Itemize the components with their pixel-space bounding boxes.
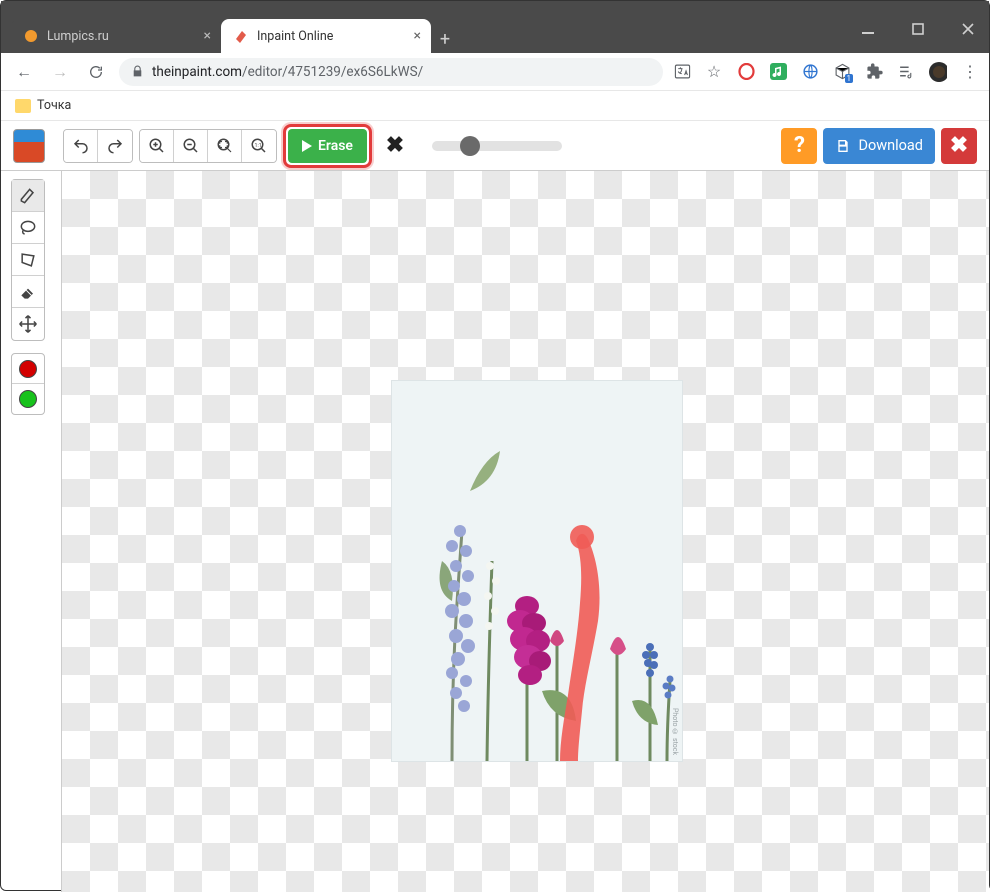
side-toolbar xyxy=(11,179,45,341)
reload-button[interactable] xyxy=(83,59,109,85)
maximize-button[interactable] xyxy=(903,17,933,41)
window-controls xyxy=(853,17,983,41)
erase-button[interactable]: Erase xyxy=(288,129,367,163)
new-tab-button[interactable]: + xyxy=(431,25,459,53)
green-dot-icon xyxy=(19,390,37,408)
slider-track[interactable] xyxy=(432,141,562,151)
download-button[interactable]: Download xyxy=(823,128,935,164)
download-label: Download xyxy=(858,137,923,154)
browser-toolbar: ← → theinpaint.com/editor/4751239/ex6S6L… xyxy=(1,53,989,91)
svg-text:1:1: 1:1 xyxy=(255,142,262,148)
close-window-button[interactable] xyxy=(953,17,983,41)
cube-ext-icon[interactable]: 1 xyxy=(833,63,851,81)
erase-label: Erase xyxy=(318,138,353,154)
erase-highlight: Erase xyxy=(283,124,372,168)
forward-button[interactable]: → xyxy=(47,59,73,85)
bookmark-item[interactable]: Точка xyxy=(37,98,71,113)
close-editor-button[interactable]: ✖ xyxy=(941,128,977,164)
tab-inpaint[interactable]: Inpaint Online × xyxy=(221,19,431,53)
globe-ext-icon[interactable] xyxy=(801,63,819,81)
workspace: Photo © stock xyxy=(1,171,989,892)
app-toolbar: 1:1 Erase ✖ ? Download ✖ xyxy=(1,121,989,171)
folder-icon xyxy=(15,99,31,113)
cancel-mask-button[interactable]: ✖ xyxy=(378,129,412,163)
canvas-area[interactable]: Photo © stock xyxy=(61,171,989,892)
marker-tool[interactable] xyxy=(12,180,44,212)
close-icon[interactable]: × xyxy=(414,28,421,44)
browser-titlebar: Lumpics.ru × Inpaint Online × + xyxy=(1,11,989,53)
mask-color-toolbar xyxy=(11,353,45,415)
tab-lumpics[interactable]: Lumpics.ru × xyxy=(11,19,221,53)
brush-slider xyxy=(432,141,562,151)
music-ext-icon[interactable] xyxy=(769,63,787,81)
history-group xyxy=(63,129,133,163)
back-button[interactable]: ← xyxy=(11,59,37,85)
avatar-icon[interactable] xyxy=(929,63,947,81)
menu-icon[interactable]: ⋮ xyxy=(961,63,979,81)
favicon-lumpics xyxy=(23,28,39,44)
lasso-tool[interactable] xyxy=(12,212,44,244)
tab-label: Lumpics.ru xyxy=(47,29,109,44)
lock-icon xyxy=(131,65,144,78)
image-watermark: Photo © stock xyxy=(671,708,679,755)
minimize-button[interactable] xyxy=(853,17,883,41)
opera-ext-icon[interactable] xyxy=(737,63,755,81)
bookmarks-bar: Точка xyxy=(1,91,989,121)
help-button[interactable]: ? xyxy=(781,128,817,164)
star-icon[interactable]: ☆ xyxy=(705,63,723,81)
save-icon xyxy=(835,138,851,154)
zoom-actual-button[interactable]: 1:1 xyxy=(242,130,276,162)
zoom-fit-button[interactable] xyxy=(208,130,242,162)
tab-label: Inpaint Online xyxy=(257,29,333,44)
url-text: theinpaint.com/editor/4751239/ex6S6LkWS/ xyxy=(152,64,423,80)
mask-green-button[interactable] xyxy=(12,384,44,414)
favicon-inpaint xyxy=(233,28,249,44)
move-tool[interactable] xyxy=(12,308,44,340)
zoom-group: 1:1 xyxy=(139,129,277,163)
app-logo[interactable] xyxy=(13,129,45,163)
zoom-in-button[interactable] xyxy=(140,130,174,162)
extension-icons: ☆ 1 ⋮ xyxy=(673,63,979,81)
zoom-out-button[interactable] xyxy=(174,130,208,162)
edited-image[interactable]: Photo © stock xyxy=(392,381,682,761)
polygon-tool[interactable] xyxy=(12,244,44,276)
address-bar[interactable]: theinpaint.com/editor/4751239/ex6S6LkWS/ xyxy=(119,58,663,86)
browser-tabs: Lumpics.ru × Inpaint Online × + xyxy=(1,19,459,53)
close-icon[interactable]: × xyxy=(204,28,211,44)
undo-button[interactable] xyxy=(64,130,98,162)
window-chrome-strip xyxy=(1,1,989,11)
red-dot-icon xyxy=(19,360,37,378)
redo-button[interactable] xyxy=(98,130,132,162)
playlist-ext-icon[interactable] xyxy=(897,63,915,81)
slider-thumb[interactable] xyxy=(460,136,480,156)
eraser-tool[interactable] xyxy=(12,276,44,308)
translate-icon[interactable] xyxy=(673,63,691,81)
play-icon xyxy=(302,140,312,152)
puzzle-ext-icon[interactable] xyxy=(865,63,883,81)
mask-red-button[interactable] xyxy=(12,354,44,384)
